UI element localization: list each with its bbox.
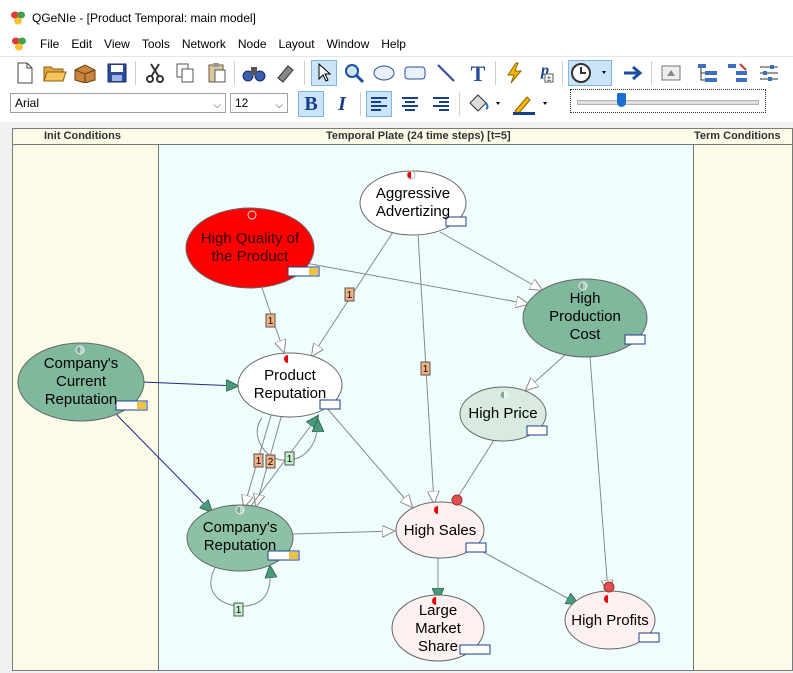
node-label-high-price: High Price (468, 405, 538, 422)
node-label-high-profits: High Profits (571, 612, 649, 629)
evidence-dot-icon (603, 581, 615, 593)
arc-label: 2 (268, 457, 274, 468)
node-label-current-reputation: Company's Current Reputation (43, 355, 119, 408)
node-label-company-reputation: Company's Reputation (202, 519, 278, 554)
arc-label: 1 (287, 454, 293, 465)
node-label-product-reputation: Product Reputation (253, 367, 327, 402)
arc-label: 1 (347, 290, 353, 301)
arc-label: 1 (256, 456, 262, 467)
node-label-quality: High Quality of the Product (200, 230, 300, 265)
arc-label: 1 (423, 364, 429, 375)
node-label-high-sales: High Sales (403, 522, 477, 539)
tf-badge-icon (638, 632, 660, 643)
tf-badge-icon (526, 425, 548, 436)
node-label-market-share: Large Market Share (415, 602, 461, 655)
evidence-dot-icon (451, 494, 463, 506)
network-graph: 1 1 1 1 2 1 1 (17, 170, 660, 662)
node-label-aggressive: Aggressive Advertizing (375, 185, 451, 220)
tf-badge-icon (465, 542, 487, 553)
arc-label: 1 (236, 605, 242, 616)
arc-label: 1 (268, 316, 274, 327)
node-label-production: High Production Cost (549, 290, 621, 343)
